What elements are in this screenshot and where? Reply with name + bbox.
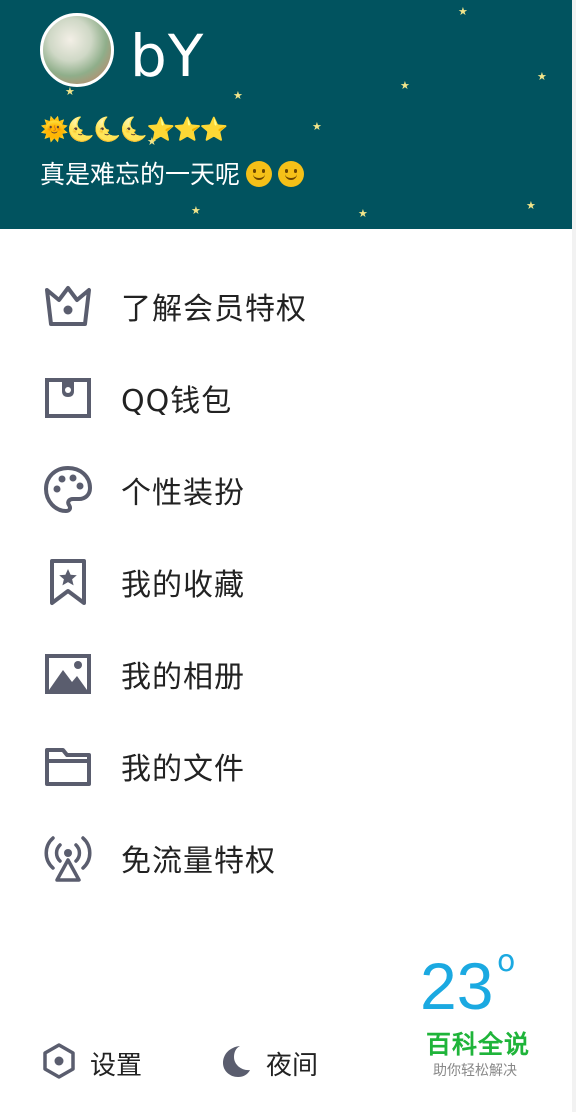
star-decoration: ★ (526, 199, 536, 212)
signature[interactable]: 真是难忘的一天呢 (40, 158, 305, 192)
profile-header: ★ ★ ★ ★ ★ ★ ★ ★ ★ ★ bY 🌞🌜🌜🌜⭐⭐⭐ 真是难忘的一天呢 (0, 0, 572, 229)
folder-icon (42, 740, 94, 792)
menu-item-qq-wallet[interactable]: QQ钱包 (0, 352, 572, 444)
star-decoration: ★ (458, 5, 468, 18)
photo-album-icon (42, 648, 94, 700)
star-decoration: ★ (191, 204, 201, 217)
degree-symbol: o (497, 944, 516, 979)
wallet-icon (42, 372, 94, 424)
settings-hexagon-icon (42, 1043, 76, 1083)
menu-item-label: 我的收藏 (121, 568, 245, 603)
menu-item-files[interactable]: 我的文件 (0, 720, 572, 812)
username[interactable]: bY (130, 20, 204, 92)
menu-item-personalization[interactable]: 个性装扮 (0, 444, 572, 536)
drawer-menu: 了解会员特权 QQ钱包 个性装扮 我的收藏 我的相册 我的文件 免流量特权 (0, 260, 572, 904)
smile-emoji-icon (278, 161, 305, 187)
palette-icon (42, 464, 94, 516)
star-decoration: ★ (233, 89, 243, 102)
drawer-edge (572, 0, 576, 1112)
menu-item-label: 免流量特权 (121, 844, 276, 879)
settings-label: 设置 (90, 1050, 143, 1081)
level-icons[interactable]: 🌞🌜🌜🌜⭐⭐⭐ (40, 116, 228, 144)
smile-emoji-icon (246, 161, 273, 187)
bookmark-star-icon (42, 556, 94, 608)
watermark-subtitle: 助你轻松解决 (433, 1063, 517, 1079)
menu-item-label: 我的文件 (121, 752, 245, 787)
star-decoration: ★ (358, 207, 368, 220)
menu-item-vip-privileges[interactable]: 了解会员特权 (0, 260, 572, 352)
menu-item-label: QQ钱包 (121, 384, 233, 419)
night-mode-label: 夜间 (266, 1050, 319, 1081)
moon-icon (220, 1044, 252, 1082)
menu-item-label: 我的相册 (121, 660, 245, 695)
menu-item-label: 个性装扮 (121, 476, 245, 511)
star-decoration: ★ (312, 120, 322, 133)
settings-button[interactable]: 设置 (42, 1035, 142, 1091)
star-decoration: ★ (65, 85, 75, 98)
watermark-title: 百科全说 (426, 1030, 531, 1059)
star-decoration: ★ (400, 79, 410, 92)
menu-item-photo-album[interactable]: 我的相册 (0, 628, 572, 720)
menu-item-label: 了解会员特权 (121, 292, 307, 327)
star-decoration: ★ (537, 70, 547, 83)
menu-item-favorites[interactable]: 我的收藏 (0, 536, 572, 628)
avatar[interactable] (40, 13, 114, 87)
signature-text: 真是难忘的一天呢 (40, 160, 241, 189)
weather-temperature[interactable]: 23 (420, 946, 493, 1026)
signal-tower-icon (42, 832, 94, 884)
menu-item-free-data[interactable]: 免流量特权 (0, 812, 572, 904)
night-mode-button[interactable]: 夜间 (220, 1035, 318, 1091)
crown-icon (42, 280, 94, 332)
